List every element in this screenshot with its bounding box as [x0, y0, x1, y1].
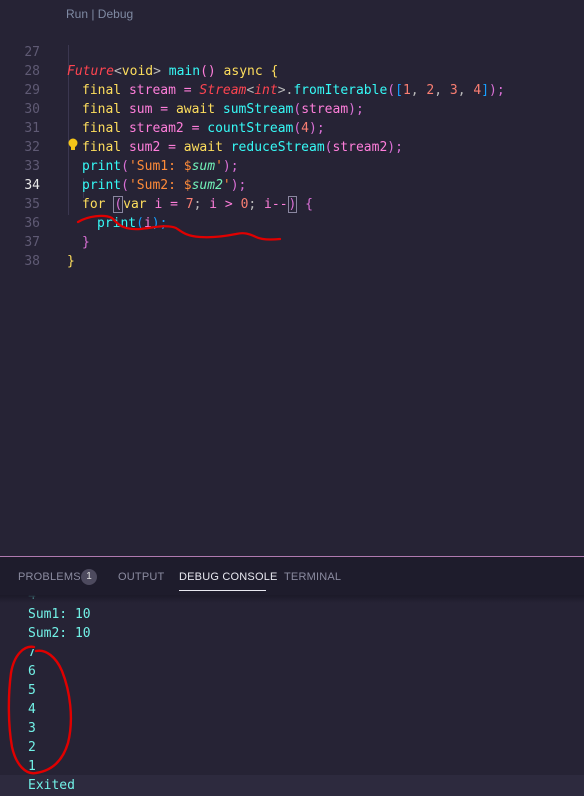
code-line-31[interactable]: 31 final sum2 = await reduceStream(strea… — [0, 100, 584, 155]
line-number: 38 — [24, 254, 40, 269]
tab-terminal[interactable]: TERMINAL — [284, 571, 341, 583]
code-line-34[interactable]: 34 for (var i = 7; i > 0; i--) { — [0, 157, 584, 213]
code-line-28[interactable]: 28 final stream = Stream<int>.fromIterab… — [0, 43, 584, 98]
code-line-32[interactable]: 32 print('Sum1: $sum'); — [0, 119, 584, 174]
active-tab-indicator — [179, 590, 266, 591]
tab-output[interactable]: OUTPUT — [118, 571, 164, 583]
code-line-30[interactable]: 30 final stream2 = countStream(4); — [0, 81, 584, 136]
panel-tabs: PROBLEMS 1 OUTPUT DEBUG CONSOLE TERMINAL — [0, 557, 584, 595]
code-line-35[interactable]: 35 print(i); — [0, 176, 584, 231]
tab-problems[interactable]: PROBLEMS — [18, 571, 81, 583]
code-line-38[interactable]: 38 — [0, 233, 584, 269]
lightbulb-icon[interactable] — [67, 138, 79, 152]
red-annotation-circle — [7, 645, 73, 775]
code-line-27[interactable]: 27 Future<void> main() async { — [0, 24, 584, 79]
tab-debug-console[interactable]: DEBUG CONSOLE — [179, 571, 278, 583]
code-line-29[interactable]: 29 final sum = await sumStream(stream); — [0, 62, 584, 117]
codelens-run-debug[interactable]: Run | Debug — [66, 7, 133, 21]
problems-count-badge: 1 — [81, 569, 97, 585]
code-line-36[interactable]: 36 } — [0, 195, 584, 250]
code-line-37[interactable]: 37 } — [0, 214, 584, 269]
code-text: } — [67, 254, 75, 269]
code-line-33[interactable]: 33 print('Sum2: $sum2'); — [0, 138, 584, 193]
debug-console-output[interactable]: 4 Sum1: 10 Sum2: 10 7 6 5 4 3 2 1 Exited — [0, 595, 584, 796]
code-editor[interactable]: Run | Debug 27 Future<void> main() async… — [0, 0, 584, 556]
bottom-panel: PROBLEMS 1 OUTPUT DEBUG CONSOLE TERMINAL… — [0, 556, 584, 796]
